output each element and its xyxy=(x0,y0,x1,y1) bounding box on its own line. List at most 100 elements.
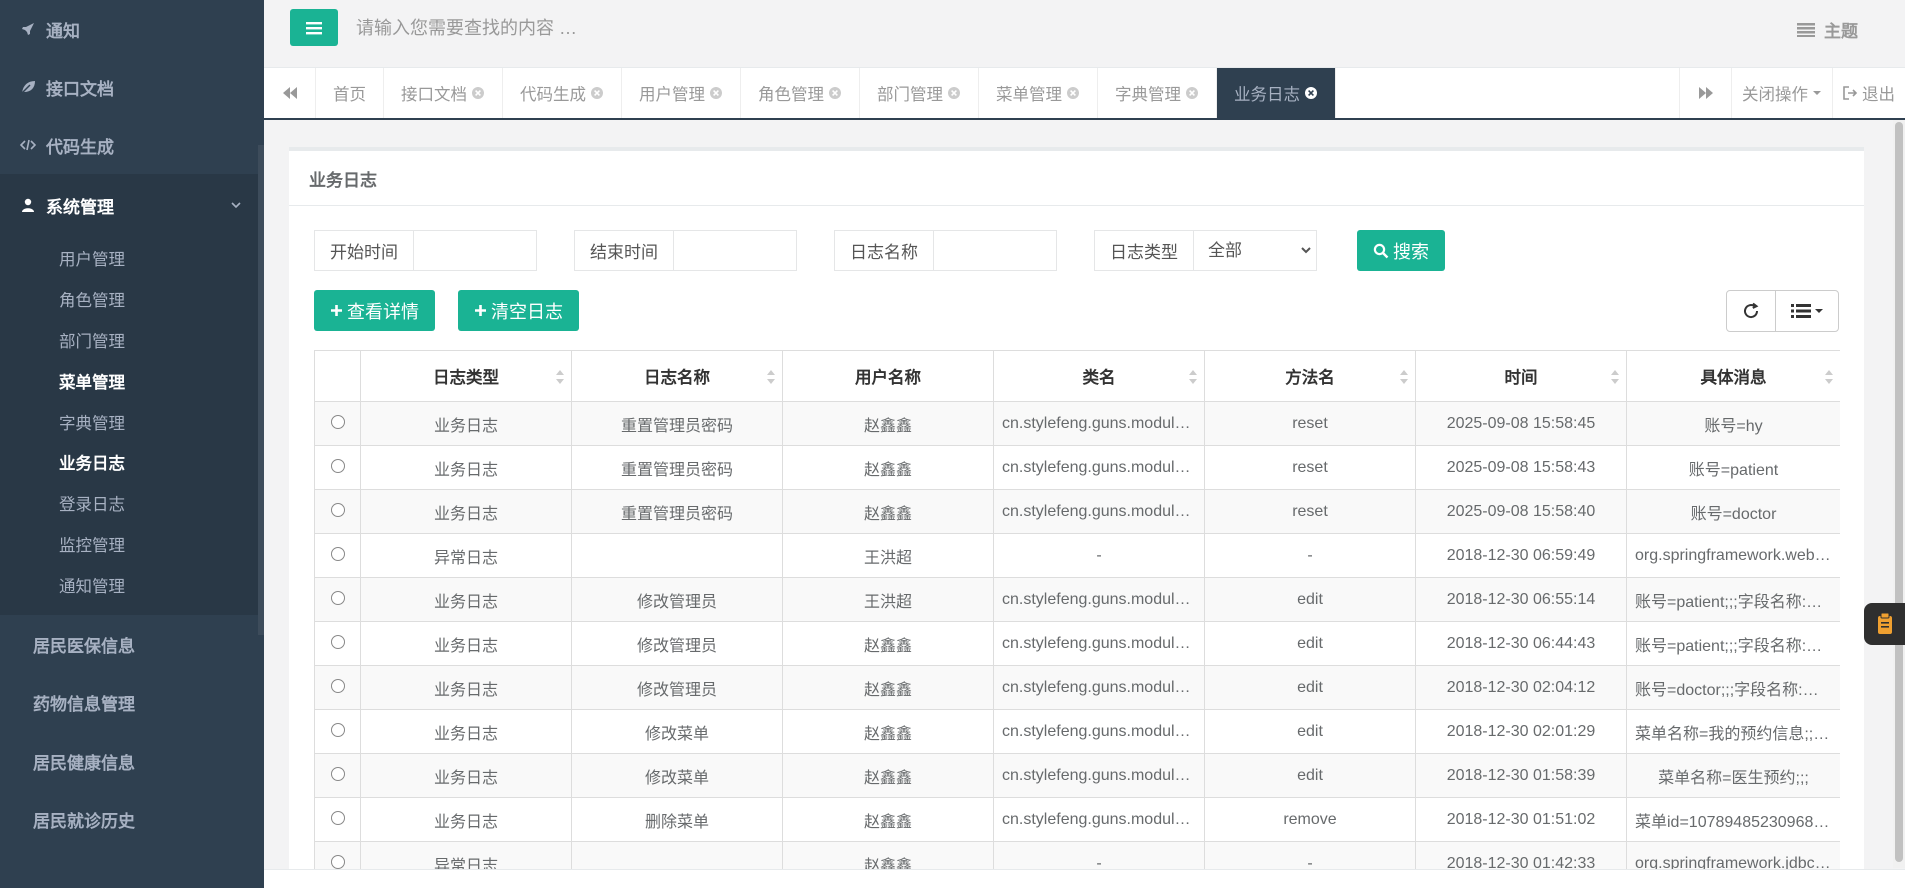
header-label: 日志类型 xyxy=(433,369,499,387)
floating-tool-button[interactable] xyxy=(1864,603,1905,645)
refresh-button[interactable] xyxy=(1727,291,1776,331)
log-type-select[interactable]: 全部 xyxy=(1194,231,1314,270)
columns-toggle-button[interactable] xyxy=(1776,291,1838,331)
sidebar-item-medical-insurance[interactable]: 居民医保信息 xyxy=(0,615,264,674)
tab-label: 角色管理 xyxy=(758,86,824,104)
cell-log-name: 修改菜单 xyxy=(571,753,783,798)
sidebar-item-depts[interactable]: 部门管理 xyxy=(0,320,264,361)
refresh-icon xyxy=(1744,302,1759,319)
close-icon[interactable] xyxy=(471,86,485,100)
sidebar-item-login-log[interactable]: 登录日志 xyxy=(0,483,264,524)
end-time-input[interactable] xyxy=(674,231,792,270)
sidebar-item-codegen[interactable]: 代码生成 xyxy=(0,116,264,174)
table-row[interactable]: 业务日志 修改管理员 王洪超 cn.stylefeng.guns.modular.sy… xyxy=(314,577,1840,622)
close-icon[interactable] xyxy=(828,86,842,100)
sort-icon xyxy=(1611,370,1619,384)
row-radio[interactable] xyxy=(330,590,345,605)
close-icon[interactable] xyxy=(709,86,723,100)
table-row[interactable]: 业务日志 删除菜单 赵鑫鑫 cn.stylefeng.guns.modular.sys… xyxy=(314,797,1840,842)
row-radio[interactable] xyxy=(330,546,345,561)
tab-users[interactable]: 用户管理 xyxy=(622,68,741,118)
table-row[interactable]: 业务日志 修改菜单 赵鑫鑫 cn.stylefeng.guns.modular.sys… xyxy=(314,709,1840,754)
tab-codegen[interactable]: 代码生成 xyxy=(503,68,622,118)
tabs-bar: 首页 接口文档 代码生成 用户管理 角色管理 部门管理 菜单管理 字典管理 业务… xyxy=(264,68,1905,120)
tab-depts[interactable]: 部门管理 xyxy=(860,68,979,118)
column-header-log-name[interactable]: 日志名称 xyxy=(571,350,783,402)
column-header-log-type[interactable]: 日志类型 xyxy=(360,350,572,402)
sidebar-item-roles[interactable]: 角色管理 xyxy=(0,279,264,320)
column-header-method[interactable]: 方法名 xyxy=(1204,350,1416,402)
tab-biz-log[interactable]: 业务日志 xyxy=(1217,68,1336,118)
theme-button[interactable]: 主题 xyxy=(1797,17,1858,42)
tabs-scroll-left-button[interactable] xyxy=(264,68,316,118)
page-scrollbar-thumb[interactable] xyxy=(1895,122,1903,862)
tab-roles[interactable]: 角色管理 xyxy=(741,68,860,118)
sidebar-item-notice[interactable]: 通知 xyxy=(0,0,264,58)
logout-button[interactable]: 退出 xyxy=(1832,68,1905,118)
row-radio[interactable] xyxy=(330,414,345,429)
close-icon[interactable] xyxy=(947,86,961,100)
table-row[interactable]: 业务日志 修改管理员 赵鑫鑫 cn.stylefeng.guns.modular.sy… xyxy=(314,665,1840,710)
sidebar-item-system-mgmt[interactable]: 系统管理 xyxy=(0,174,264,236)
tabs-scroll-right-button[interactable] xyxy=(1679,68,1731,118)
menu-toggle-button[interactable] xyxy=(290,9,338,46)
start-time-input[interactable] xyxy=(414,231,532,270)
sidebar-item-drug-info[interactable]: 药物信息管理 xyxy=(0,674,264,733)
sidebar-item-visit-history[interactable]: 居民就诊历史 xyxy=(0,791,264,850)
sidebar-item-dicts[interactable]: 字典管理 xyxy=(0,401,264,442)
log-table-body: 业务日志 重置管理员密码 赵鑫鑫 cn.stylefeng.guns.modular.… xyxy=(314,401,1840,886)
table-row[interactable]: 异常日志 王洪超 - -2018-12-30 06:59:49 org.springfr… xyxy=(314,533,1840,578)
sidebar-scrollbar[interactable] xyxy=(258,145,264,635)
column-header-class-name[interactable]: 类名 xyxy=(993,350,1205,402)
sidebar-item-health-info[interactable]: 居民健康信息 xyxy=(0,732,264,791)
search-button[interactable]: 搜索 xyxy=(1357,230,1445,271)
logout-label: 退出 xyxy=(1862,86,1895,104)
header-label: 时间 xyxy=(1504,369,1538,387)
view-detail-button[interactable]: 查看详情 xyxy=(314,290,435,331)
tab-home[interactable]: 首页 xyxy=(316,68,384,118)
table-row[interactable]: 业务日志 重置管理员密码 赵鑫鑫 cn.stylefeng.guns.modular.… xyxy=(314,489,1840,534)
sidebar-item-menus[interactable]: 菜单管理 xyxy=(0,360,264,401)
search-label: 搜索 xyxy=(1393,241,1429,262)
cell-log-name: 重置管理员密码 xyxy=(571,445,783,490)
table-row[interactable]: 业务日志 修改菜单 赵鑫鑫 cn.stylefeng.guns.modular.sys… xyxy=(314,753,1840,798)
cell-user-name: 王洪超 xyxy=(782,577,994,622)
row-radio[interactable] xyxy=(330,766,345,781)
row-radio[interactable] xyxy=(330,458,345,473)
row-radio[interactable] xyxy=(330,634,345,649)
cell-time: 2025-09-08 15:58:45 xyxy=(1415,401,1627,446)
row-radio[interactable] xyxy=(330,854,345,869)
clear-log-label: 清空日志 xyxy=(491,301,563,322)
sidebar-item-users[interactable]: 用户管理 xyxy=(0,238,264,279)
table-row[interactable]: 业务日志 重置管理员密码 赵鑫鑫 cn.stylefeng.guns.modular.… xyxy=(314,401,1840,446)
table-row[interactable]: 业务日志 修改管理员 赵鑫鑫 cn.stylefeng.guns.modular.sy… xyxy=(314,621,1840,666)
close-icon[interactable] xyxy=(1066,86,1080,100)
close-icon[interactable] xyxy=(1185,86,1199,100)
close-icon[interactable] xyxy=(590,86,604,100)
log-name-input[interactable] xyxy=(934,231,1052,270)
clear-log-button[interactable]: 清空日志 xyxy=(458,290,579,331)
tab-dicts[interactable]: 字典管理 xyxy=(1098,68,1217,118)
global-search-input[interactable] xyxy=(356,10,956,46)
row-radio[interactable] xyxy=(330,810,345,825)
page-scrollbar[interactable] xyxy=(1893,120,1905,868)
tabs-right-tools: 关闭操作 退出 xyxy=(1679,68,1905,118)
sidebar-item-api-docs[interactable]: 接口文档 xyxy=(0,58,264,116)
row-select-cell xyxy=(314,577,361,622)
cell-time: 2018-12-30 06:44:43 xyxy=(1415,621,1627,666)
column-header-message[interactable]: 具体消息 xyxy=(1626,350,1840,402)
caret-down-icon xyxy=(1814,309,1823,313)
row-radio[interactable] xyxy=(330,722,345,737)
close-ops-dropdown[interactable]: 关闭操作 xyxy=(1731,68,1832,118)
tab-api-docs[interactable]: 接口文档 xyxy=(384,68,503,118)
plus-icon xyxy=(475,305,486,316)
tab-menus[interactable]: 菜单管理 xyxy=(979,68,1098,118)
column-header-time[interactable]: 时间 xyxy=(1415,350,1627,402)
sidebar-item-biz-log[interactable]: 业务日志 xyxy=(0,442,264,483)
row-radio[interactable] xyxy=(330,678,345,693)
row-radio[interactable] xyxy=(330,502,345,517)
sidebar-item-monitor[interactable]: 监控管理 xyxy=(0,524,264,565)
sidebar-item-notice-mgmt[interactable]: 通知管理 xyxy=(0,564,264,605)
table-row[interactable]: 业务日志 重置管理员密码 赵鑫鑫 cn.stylefeng.guns.modular.… xyxy=(314,445,1840,490)
close-icon[interactable] xyxy=(1304,86,1318,100)
